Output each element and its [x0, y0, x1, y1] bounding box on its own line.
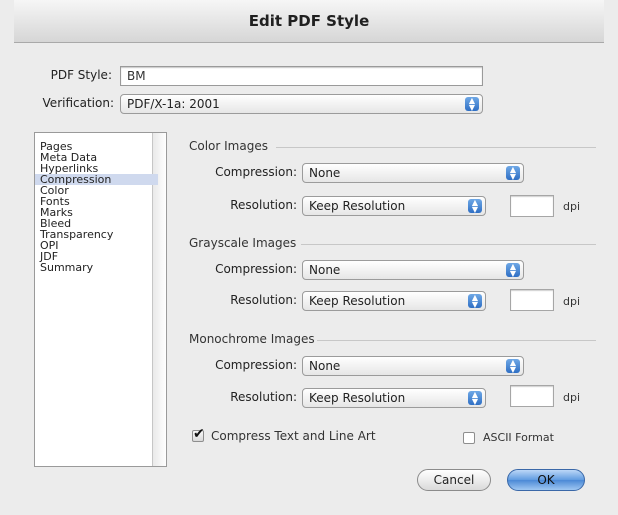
grayscale-resolution-label: Resolution: — [230, 293, 297, 307]
verification-label: Verification: — [42, 96, 114, 110]
popup-arrows-icon: ▲ ▼ — [506, 359, 520, 374]
verification-value: PDF/X-1a: 2001 — [127, 97, 220, 111]
grayscale-images-divider — [301, 244, 596, 245]
grayscale-resolution-value: Keep Resolution — [309, 294, 406, 308]
popup-arrows-icon: ▲ ▼ — [468, 199, 482, 214]
popup-arrows-icon: ▲ ▼ — [468, 294, 482, 309]
color-compression-value: None — [309, 166, 341, 180]
monochrome-images-heading: Monochrome Images — [189, 332, 315, 346]
ascii-format-label: ASCII Format — [483, 431, 554, 444]
monochrome-dpi-unit: dpi — [563, 391, 581, 404]
color-resolution-value: Keep Resolution — [309, 199, 406, 213]
popup-arrows-icon: ▲ ▼ — [468, 391, 482, 406]
grayscale-dpi-input[interactable] — [510, 289, 554, 311]
settings-category-list[interactable]: Pages Meta Data Hyperlinks Compression Color… — [34, 132, 167, 467]
title-bar[interactable]: Edit PDF Style — [14, 0, 604, 43]
popup-arrows-icon: ▲ ▼ — [506, 166, 520, 181]
color-dpi-unit: dpi — [563, 200, 581, 213]
monochrome-images-divider — [317, 340, 596, 341]
ascii-format-checkbox[interactable] — [463, 432, 475, 444]
pdf-style-input[interactable]: BM — [120, 66, 483, 86]
dialog-body: PDF Style: BM Verification: PDF/X-1a: 20… — [14, 43, 604, 515]
monochrome-resolution-label: Resolution: — [230, 390, 297, 404]
color-compression-label: Compression: — [215, 165, 297, 179]
grayscale-compression-select[interactable]: None ▲ ▼ — [302, 260, 524, 280]
monochrome-compression-select[interactable]: None ▲ ▼ — [302, 356, 524, 376]
grayscale-compression-value: None — [309, 263, 341, 277]
sidebar-item-summary[interactable]: Summary — [35, 262, 158, 273]
grayscale-images-heading: Grayscale Images — [189, 236, 297, 250]
cancel-button[interactable]: Cancel — [417, 469, 491, 491]
color-resolution-select[interactable]: Keep Resolution ▲ ▼ — [302, 196, 486, 216]
dialog-title: Edit PDF Style — [248, 12, 370, 30]
pdf-style-label: PDF Style: — [50, 68, 112, 82]
ok-button[interactable]: OK — [507, 469, 585, 491]
monochrome-compression-value: None — [309, 359, 341, 373]
color-resolution-label: Resolution: — [230, 198, 297, 212]
grayscale-compression-label: Compression: — [215, 262, 297, 276]
compress-text-checkbox[interactable]: ✔ — [192, 426, 205, 442]
color-images-heading: Color Images — [189, 139, 268, 153]
verification-select[interactable]: PDF/X-1a: 2001 ▲ ▼ — [120, 94, 483, 114]
monochrome-resolution-value: Keep Resolution — [309, 391, 406, 405]
edit-pdf-style-dialog: Edit PDF Style PDF Style: BM Verificatio… — [0, 0, 618, 515]
monochrome-resolution-select[interactable]: Keep Resolution ▲ ▼ — [302, 388, 486, 408]
monochrome-dpi-input[interactable] — [510, 385, 554, 407]
popup-arrows-icon: ▲ ▼ — [465, 97, 479, 112]
grayscale-dpi-unit: dpi — [563, 295, 581, 308]
checkmark-icon: ✔ — [193, 426, 205, 442]
color-compression-select[interactable]: None ▲ ▼ — [302, 163, 524, 183]
monochrome-compression-label: Compression: — [215, 358, 297, 372]
compress-text-label: Compress Text and Line Art — [211, 429, 376, 443]
grayscale-resolution-select[interactable]: Keep Resolution ▲ ▼ — [302, 291, 486, 311]
popup-arrows-icon: ▲ ▼ — [506, 263, 520, 278]
color-dpi-input[interactable] — [510, 195, 554, 217]
color-images-divider — [276, 147, 596, 148]
